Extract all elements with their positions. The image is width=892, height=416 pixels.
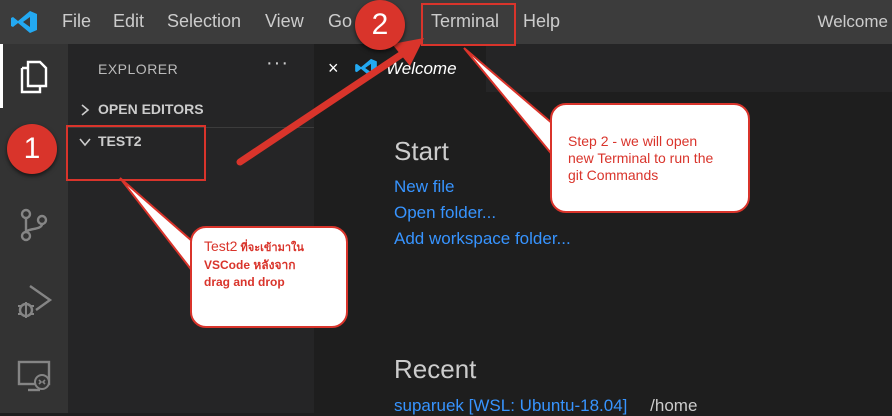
menu-file[interactable]: File (62, 11, 91, 32)
menu-go[interactable]: Go (328, 11, 352, 32)
vscode-logo-icon (355, 58, 377, 78)
callout-step2-line3: git Commands (568, 167, 659, 183)
activity-bar (0, 44, 68, 413)
source-control-icon[interactable] (14, 204, 54, 244)
menu-selection[interactable]: Selection (167, 11, 241, 32)
callout-test2-line3: drag and drop (204, 275, 285, 289)
chevron-right-icon (81, 104, 90, 116)
highlight-box-test2 (66, 125, 206, 181)
step-badge-2: 2 (355, 0, 405, 50)
recent-item-link[interactable]: suparuek [WSL: Ubuntu-18.04] /home (394, 396, 697, 416)
vscode-logo-icon (11, 11, 37, 33)
step-badge-1: 1 (7, 124, 57, 174)
menu-view[interactable]: View (265, 11, 304, 32)
callout-test2: Test2 ที่จะเข้ามาใน VSCode หลังจาก drag … (190, 226, 348, 328)
close-icon[interactable]: × (328, 58, 339, 79)
section-open-editors[interactable]: OPEN EDITORS (68, 98, 314, 124)
run-debug-icon[interactable] (14, 280, 54, 320)
active-indicator (0, 44, 3, 108)
menu-edit[interactable]: Edit (113, 11, 144, 32)
callout-step2-line2: new Terminal to run the (568, 150, 714, 166)
explorer-title: EXPLORER (98, 61, 179, 77)
remote-explorer-icon[interactable] (14, 354, 54, 394)
callout-test2-line1: Test2 (204, 238, 238, 254)
menu-help[interactable]: Help (523, 11, 560, 32)
tab-welcome[interactable]: × Welcome (314, 44, 486, 92)
add-workspace-folder-link[interactable]: Add workspace folder... (394, 229, 571, 249)
editor-area: × Welcome Start New file Open folder... … (314, 44, 892, 416)
section-label: OPEN EDITORS (98, 101, 204, 117)
highlight-box-terminal (421, 3, 516, 46)
window-title: Welcome (817, 12, 888, 31)
recent-item-path: /home (650, 396, 698, 415)
more-actions-button[interactable]: ··· (266, 52, 289, 75)
recent-item-name[interactable]: suparuek [WSL: Ubuntu-18.04] (394, 396, 627, 415)
callout-test2-line2: VSCode หลังจาก (204, 258, 296, 272)
callout-step2-line1: Step 2 - we will open (568, 133, 698, 149)
new-file-link[interactable]: New file (394, 177, 454, 197)
open-folder-link[interactable]: Open folder... (394, 203, 496, 223)
recent-heading: Recent (394, 354, 477, 384)
tab-bar: × Welcome (314, 44, 892, 92)
callout-step2: Step 2 - we will open new Terminal to ru… (550, 103, 750, 213)
start-heading: Start (394, 136, 449, 166)
explorer-icon[interactable] (14, 56, 54, 96)
tab-label: Welcome (386, 59, 457, 78)
callout-test2-line1-thai: ที่จะเข้ามาใน (237, 242, 304, 254)
